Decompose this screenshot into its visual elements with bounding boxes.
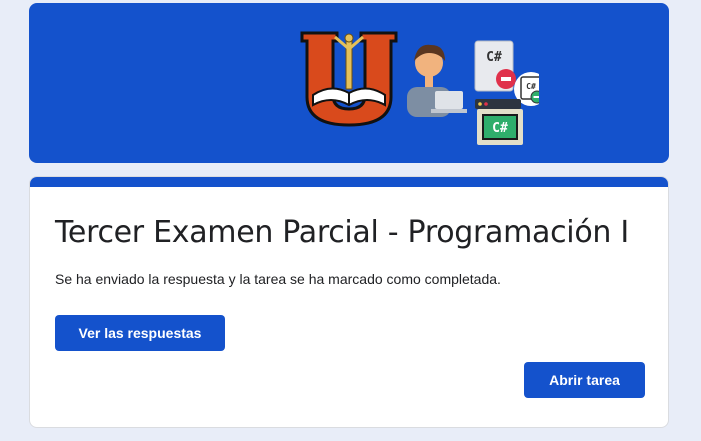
header-banner: U C# C# [29,3,669,163]
programmer-avatar-icon [407,44,467,117]
server-icon [475,99,521,109]
banner-illustration: U C# C# [300,31,539,145]
open-task-button[interactable]: Abrir tarea [524,362,645,398]
csharp-code-window-icon: C# [477,109,523,145]
university-logo-icon: U [300,31,398,127]
svg-text:C#: C# [486,50,502,65]
form-title: Tercer Examen Parcial - Programación I [55,215,629,250]
svg-text:C#: C# [526,82,536,91]
svg-text:C#: C# [492,121,508,136]
confirmation-card: Tercer Examen Parcial - Programación I S… [29,176,669,428]
csharp-file-icon: C# [474,40,516,92]
card-accent-bar [30,177,668,187]
view-responses-button[interactable]: Ver las respuestas [55,315,225,351]
confirmation-message: Se ha enviado la respuesta y la tarea se… [55,271,501,287]
